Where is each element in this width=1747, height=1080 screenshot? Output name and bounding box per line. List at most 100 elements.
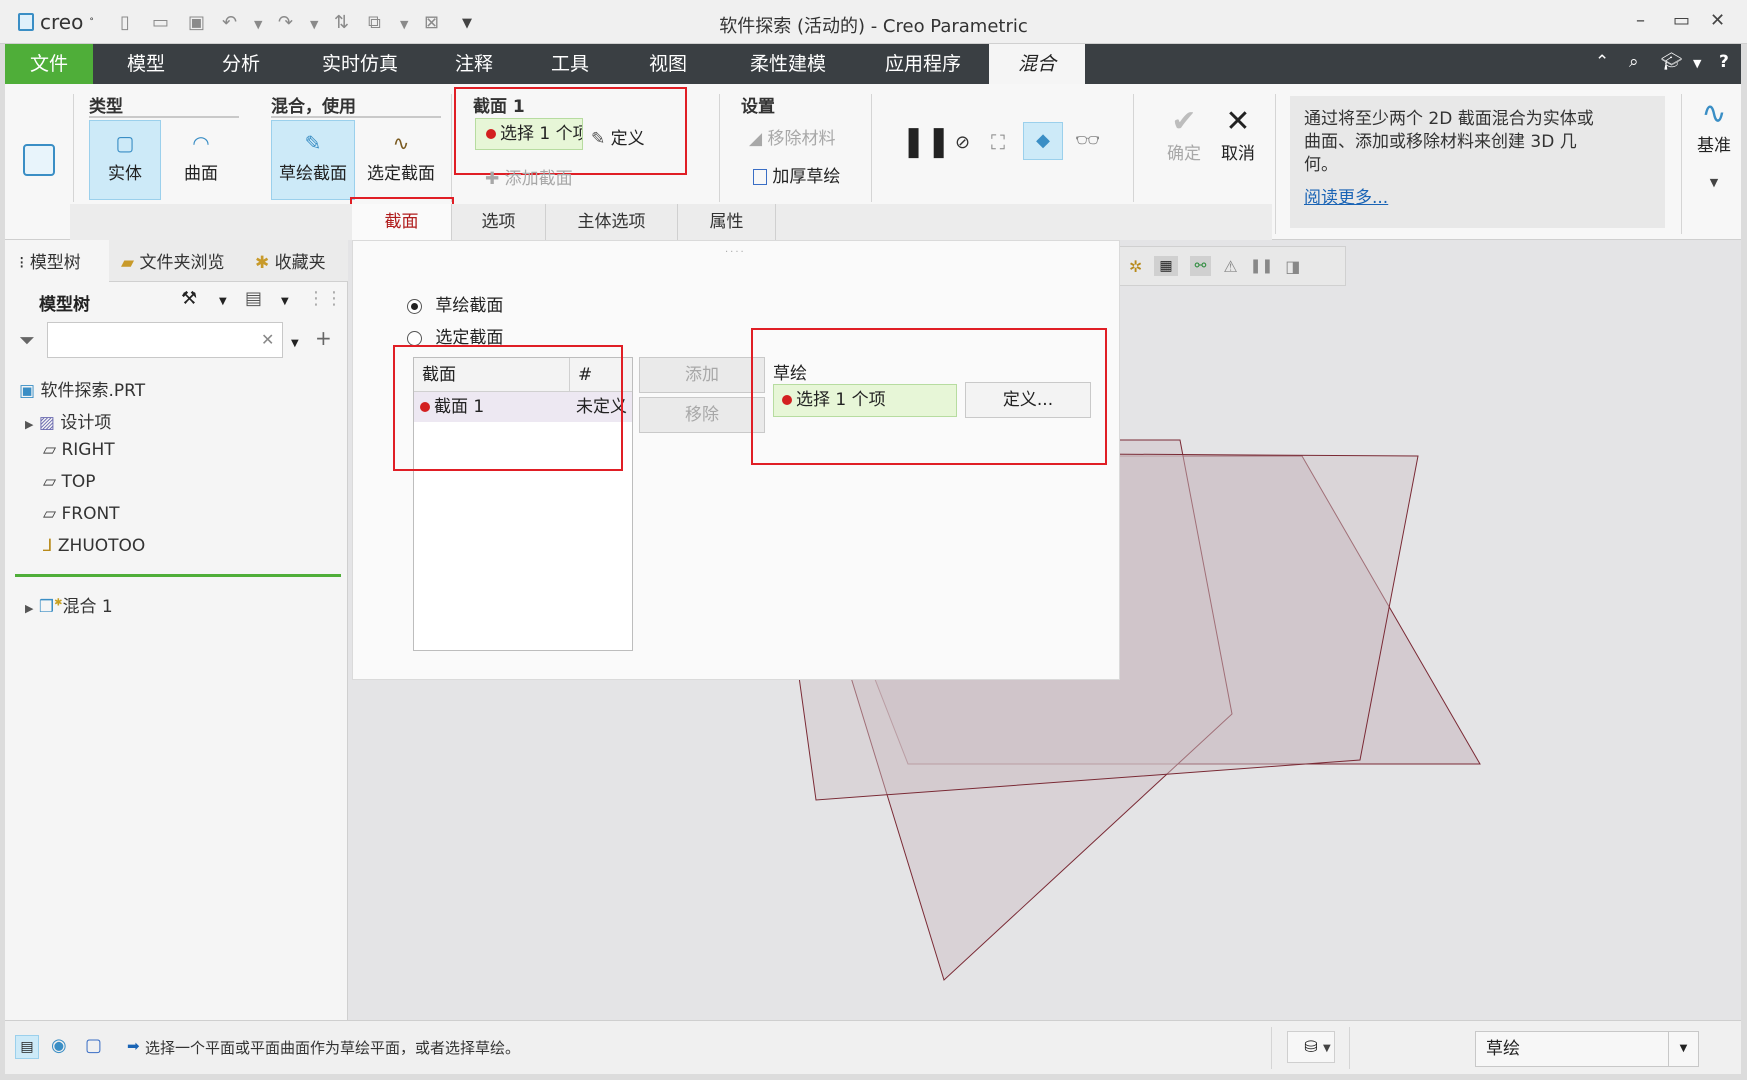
- cancel-button[interactable]: ✕ 取消: [1211, 104, 1265, 164]
- geometry-check-icon[interactable]: ⚠: [1223, 257, 1237, 276]
- add-filter-icon[interactable]: +: [315, 326, 332, 350]
- find-dropdown-icon[interactable]: ▼: [1323, 1043, 1331, 1054]
- tab-favorites[interactable]: ✱ 收藏夹: [255, 248, 326, 273]
- tab-properties[interactable]: 属性: [678, 204, 776, 240]
- remove-material-button[interactable]: ◢ 移除材料: [749, 124, 835, 149]
- thicken-sketch-button[interactable]: 加厚草绘: [753, 162, 840, 187]
- tab-folder-browser[interactable]: ▰ 文件夹浏览: [121, 248, 233, 273]
- help-dropdown-icon[interactable]: ▼: [1693, 57, 1701, 70]
- close-button[interactable]: ✕: [1710, 10, 1725, 31]
- status-message: 选择一个平面或平面曲面作为草绘平面，或者选择草绘。: [145, 1039, 521, 1057]
- selection-filter-select[interactable]: 草绘 ▼: [1475, 1031, 1699, 1067]
- solid-label: 实体: [108, 164, 142, 184]
- menu-tools[interactable]: 工具: [525, 44, 615, 84]
- preview-icon[interactable]: ◨: [1285, 257, 1300, 276]
- blend-feature-icon: [23, 144, 55, 176]
- tree-columns-icon[interactable]: ▤: [245, 288, 262, 309]
- tree-item-part[interactable]: ▣ 软件探索.PRT: [19, 376, 145, 401]
- tab-model-tree[interactable]: ⁝ 模型树: [19, 248, 81, 273]
- settings-group-title: 设置: [741, 97, 775, 117]
- add-section-list-button[interactable]: 添加: [639, 357, 765, 393]
- mesh-preview-icon[interactable]: ⛶: [991, 130, 1005, 154]
- full-screen-icon[interactable]: ▢: [85, 1035, 102, 1056]
- help-panel: 通过将至少两个 2D 截面混合为实体或曲面、添加或移除材料来创建 3D 几何。 …: [1290, 96, 1665, 228]
- tab-body-options[interactable]: 主体选项: [546, 204, 678, 240]
- search-icon[interactable]: ⌕: [1629, 52, 1639, 72]
- ok-button[interactable]: ✔ 确定: [1157, 104, 1211, 164]
- title-bar: creo ° ▯ ▭ ▣ ↶ ▼ ↷ ▼ ⇅ ⧉ ▼ ⊠ ▼ 软件探索 (活动的)…: [0, 0, 1747, 44]
- navigator-toggle-icon[interactable]: ▤: [15, 1035, 39, 1059]
- search-dropdown-icon[interactable]: ▼: [291, 338, 299, 349]
- read-more-link[interactable]: 阅读更多...: [1304, 187, 1651, 210]
- sketch-section-button[interactable]: ✎ 草绘截面: [271, 120, 355, 200]
- maximize-button[interactable]: ▭: [1673, 10, 1690, 31]
- menu-live-simulation[interactable]: 实时仿真: [295, 44, 425, 84]
- panel-resize-grip[interactable]: ····: [725, 247, 746, 258]
- tab-options[interactable]: 选项: [452, 204, 546, 240]
- tree-item-top[interactable]: ▱ TOP: [43, 472, 96, 492]
- no-preview-icon[interactable]: ⊘: [955, 132, 970, 153]
- tree-filter-settings-icon[interactable]: ⋮⋮: [307, 288, 343, 309]
- ribbon-separator: [1681, 94, 1682, 234]
- learning-icon[interactable]: 🎓︎: [1661, 52, 1683, 72]
- ribbon-separator: [451, 94, 452, 202]
- menu-view[interactable]: 视图: [619, 44, 717, 84]
- help-icon[interactable]: ?: [1719, 52, 1729, 72]
- tree-item-csys[interactable]: ⅃ ZHUOTOO: [43, 536, 145, 556]
- sketch-view-icon[interactable]: ▦: [1154, 256, 1178, 276]
- menu-blend[interactable]: 混合: [989, 44, 1085, 84]
- menu-applications[interactable]: 应用程序: [859, 44, 987, 84]
- tree-search-input[interactable]: [47, 322, 283, 358]
- remove-section-button[interactable]: 移除: [639, 397, 765, 433]
- menu-file[interactable]: 文件: [5, 44, 93, 84]
- tree-item-front[interactable]: ▱ FRONT: [43, 504, 120, 524]
- browser-toggle-icon[interactable]: ◉: [51, 1035, 67, 1056]
- menu-annotate[interactable]: 注释: [429, 44, 519, 84]
- clear-search-icon[interactable]: ✕: [261, 330, 274, 349]
- solid-button[interactable]: ▢ 实体: [89, 120, 161, 200]
- remove-material-label: 移除材料: [767, 129, 836, 149]
- connector-icon[interactable]: ⚯: [1189, 256, 1212, 276]
- menu-analysis[interactable]: 分析: [195, 44, 287, 84]
- tab-sections[interactable]: 截面: [352, 204, 452, 240]
- tree-settings-dropdown-icon[interactable]: ▼: [219, 296, 227, 307]
- sketch-label: 草绘: [773, 364, 807, 384]
- insert-here-indicator[interactable]: [15, 574, 341, 577]
- pause-icon[interactable]: ❚❚: [901, 124, 951, 159]
- define-sketch-dialog-button[interactable]: 定义...: [965, 382, 1091, 418]
- radio-sketch-section[interactable]: 草绘截面: [407, 291, 503, 316]
- tree-columns-dropdown-icon[interactable]: ▼: [281, 296, 289, 307]
- pause-small-icon[interactable]: ❚❚: [1250, 258, 1273, 274]
- datum-display-icon[interactable]: ✲: [1129, 257, 1142, 276]
- tree-item-label: TOP: [61, 472, 96, 492]
- datum-curve-icon: ∿: [1701, 96, 1727, 131]
- minimize-button[interactable]: –: [1636, 10, 1645, 31]
- verify-mode-icon[interactable]: 👓︎: [1075, 128, 1100, 152]
- tree-item-blend[interactable]: ▶ ❒✱混合 1: [25, 592, 113, 617]
- selected-section-button[interactable]: ∿ 选定截面: [359, 120, 443, 200]
- tree-item-right[interactable]: ▱ RIGHT: [43, 440, 115, 460]
- tree-item-design-items[interactable]: ▶ ▨ 设计项: [25, 408, 111, 433]
- add-section-button[interactable]: ✚ 添加截面: [485, 164, 573, 188]
- subtab-strip: [70, 204, 352, 240]
- surface-button[interactable]: ◠ 曲面: [165, 120, 237, 200]
- datum-button[interactable]: ∿ 基准 ▼: [1691, 96, 1737, 189]
- tree-settings-icon[interactable]: ⚒: [181, 288, 197, 309]
- sketch-pencil-icon: ✎: [304, 131, 322, 155]
- define-sketch-button[interactable]: ✎ 定义: [591, 124, 645, 149]
- tab-favorites-label: 收藏夹: [274, 253, 326, 273]
- menu-model[interactable]: 模型: [101, 44, 191, 84]
- chevron-down-icon: ▼: [1668, 1032, 1698, 1066]
- tree-item-label: 软件探索.PRT: [40, 381, 146, 401]
- window-title: 软件探索 (活动的) - Creo Parametric: [719, 16, 1028, 37]
- define-label: 定义: [610, 129, 645, 149]
- plus-icon: ✚: [485, 169, 500, 188]
- section1-select-field[interactable]: 选择 1 个项: [475, 118, 583, 150]
- subtab-strip: [776, 204, 1272, 240]
- sketch-select-field[interactable]: 选择 1 个项: [773, 384, 957, 417]
- menu-flexible-modeling[interactable]: 柔性建模: [723, 44, 853, 84]
- dashboard-toolbar: ✲ ▦ ⚯ ⚠ ❚❚ ◨: [1118, 246, 1346, 286]
- collapse-ribbon-icon[interactable]: ⌃: [1595, 52, 1609, 72]
- radio-selected-section[interactable]: 选定截面: [407, 323, 503, 347]
- shaded-preview-icon[interactable]: ◆: [1023, 122, 1063, 160]
